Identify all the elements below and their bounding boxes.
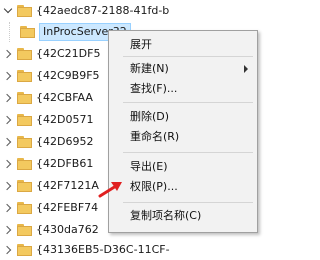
menu-item-permissions[interactable]: 权限(P)... [110,177,256,197]
context-menu: 展开 新建(N) 查找(F)... 删除(D) 重命名(R) 导出(E) 权限(… [108,30,258,233]
folder-icon [17,244,32,256]
menu-separator [123,102,253,103]
tree-node-label: {42aedc87-2188-41fd-b [36,4,170,17]
menu-item-expand[interactable]: 展开 [110,35,256,55]
tree-node-label: {42CBFAA [36,91,93,104]
folder-icon [17,202,32,214]
tree-node-label: {42FEBF74 [36,201,99,214]
menu-item-export[interactable]: 导出(E) [110,157,256,177]
chevron-right-icon[interactable] [3,136,15,148]
tree-node-label: {42DFB61 [36,157,94,170]
menu-separator [123,56,253,57]
menu-separator [123,152,253,153]
folder-icon [20,26,35,38]
chevron-right-icon[interactable] [3,244,15,256]
folder-icon [17,48,32,60]
menu-item-delete[interactable]: 删除(D) [110,107,256,127]
menu-item-copy-key-name[interactable]: 复制项名称(C) [110,206,256,226]
tree-node[interactable]: {43136EB5-D36C-11CF- [0,240,269,260]
menu-item-label: 新建(N) [130,62,169,75]
tree-node-label: {42D0571 [36,113,94,126]
folder-icon [17,158,32,170]
chevron-right-icon[interactable] [3,70,15,82]
chevron-right-icon[interactable] [3,92,15,104]
tree-node-label: {43136EB5-D36C-11CF- [36,243,170,256]
folder-icon [17,70,32,82]
tree-node-label: {42C21DF5 [36,47,101,60]
submenu-arrow-icon [244,65,248,73]
folder-icon [17,114,32,126]
red-arrow-icon [98,182,122,198]
folder-icon [17,5,32,17]
tree-node-label: {42D6952 [36,135,94,148]
menu-separator [123,202,253,203]
chevron-right-icon[interactable] [3,158,15,170]
menu-item-find[interactable]: 查找(F)... [110,79,256,99]
tree-node-42aedc87[interactable]: {42aedc87-2188-41fd-b [0,1,269,21]
chevron-right-icon[interactable] [3,48,15,60]
menu-item-new[interactable]: 新建(N) [110,59,256,79]
chevron-right-icon[interactable] [3,202,15,214]
tree-node-label: {42F7121A [36,179,99,192]
folder-icon [17,180,32,192]
folder-icon [17,136,32,148]
tree-node-label: {430da762 [36,223,99,236]
chevron-down-icon[interactable] [3,5,15,17]
folder-icon [17,92,32,104]
chevron-right-icon[interactable] [3,224,15,236]
chevron-right-icon[interactable] [3,180,15,192]
tree-node-label: {42C9B9F5 [36,69,100,82]
menu-item-rename[interactable]: 重命名(R) [110,127,256,147]
folder-icon [17,224,32,236]
chevron-right-icon[interactable] [3,114,15,126]
